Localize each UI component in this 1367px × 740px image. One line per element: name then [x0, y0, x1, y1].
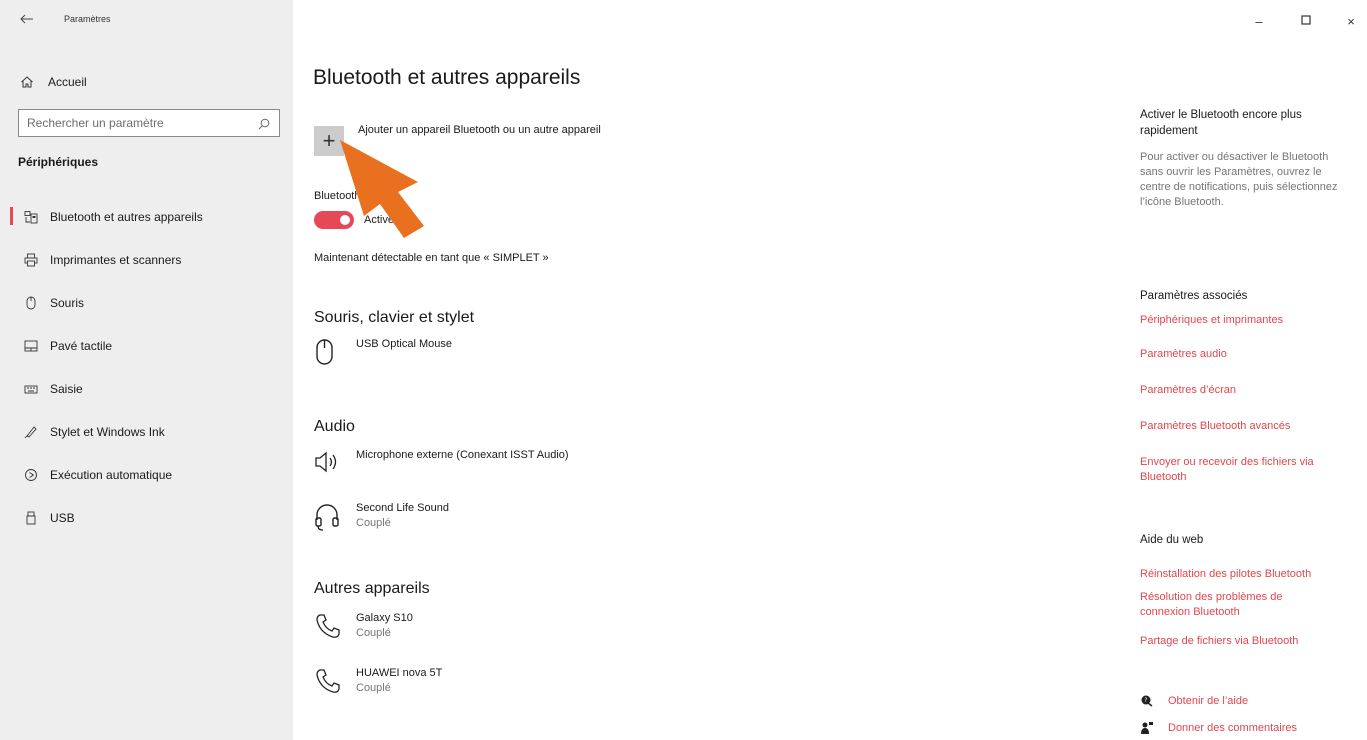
sidebar-item-touchpad[interactable]: Pavé tactile	[0, 328, 293, 371]
back-arrow-icon[interactable]	[20, 12, 40, 28]
pen-icon	[24, 425, 38, 439]
group-title-other-devices: Autres appareils	[314, 580, 430, 597]
device-item[interactable]: USB Optical Mouse	[314, 338, 714, 378]
link-file-sharing[interactable]: Partage de fichiers via Bluetooth	[1140, 634, 1355, 649]
sidebar-item-autoplay[interactable]: Exécution automatique	[0, 457, 293, 500]
sidebar-item-label: Exécution automatique	[50, 467, 173, 482]
device-name: HUAWEI nova 5T	[356, 667, 443, 679]
device-status: Couplé	[356, 682, 391, 694]
sidebar-item-label: USB	[50, 510, 75, 525]
phone-icon	[314, 612, 342, 642]
add-device-label[interactable]: Ajouter un appareil Bluetooth ou un autr…	[358, 124, 601, 136]
usb-icon	[24, 511, 38, 525]
sidebar-item-label: Bluetooth et autres appareils	[50, 209, 203, 224]
link-display-settings[interactable]: Paramètres d’écran	[1140, 383, 1355, 398]
discoverable-text: Maintenant détectable en tant que « SIMP…	[314, 252, 549, 264]
maximize-icon	[1301, 15, 1311, 25]
window-controls: – ×	[1247, 14, 1367, 34]
mouse-icon	[24, 296, 38, 310]
search-input[interactable]	[19, 116, 239, 130]
speaker-icon	[314, 449, 342, 479]
nav-list: Bluetooth et autres appareils Imprimante…	[0, 199, 293, 543]
feedback-row[interactable]: Donner des commentaires	[1140, 721, 1297, 735]
device-item[interactable]: Microphone externe (Conexant ISST Audio)	[314, 449, 714, 489]
phone-icon	[314, 667, 342, 697]
link-audio-settings[interactable]: Paramètres audio	[1140, 347, 1355, 362]
device-name: Microphone externe (Conexant ISST Audio)	[356, 449, 569, 461]
device-status: Couplé	[356, 517, 391, 529]
minimize-button[interactable]: –	[1249, 14, 1269, 34]
headset-icon	[314, 502, 342, 532]
sidebar-item-bluetooth[interactable]: Bluetooth et autres appareils	[0, 199, 293, 242]
web-help-title: Aide du web	[1140, 534, 1204, 546]
get-help-row[interactable]: ? Obtenir de l’aide	[1140, 694, 1248, 708]
touchpad-icon	[24, 339, 38, 353]
sidebar-item-usb[interactable]: USB	[0, 500, 293, 543]
search-field[interactable]	[18, 109, 280, 137]
device-name: Second Life Sound	[356, 502, 449, 514]
right-panel: – × Activer le Bluetooth encore plus rap…	[1140, 0, 1367, 740]
group-title-input-devices: Souris, clavier et stylet	[314, 309, 475, 326]
group-title-audio: Audio	[314, 418, 355, 435]
device-item[interactable]: HUAWEI nova 5T Couplé	[314, 667, 714, 707]
close-button[interactable]: ×	[1341, 14, 1361, 34]
mouse-icon	[314, 338, 342, 368]
tip-text: Pour activer ou désactiver le Bluetooth …	[1140, 151, 1338, 208]
device-item[interactable]: Galaxy S10 Couplé	[314, 612, 714, 652]
section-heading: Périphériques	[18, 155, 99, 169]
link-reinstall-drivers[interactable]: Réinstallation des pilotes Bluetooth	[1140, 567, 1355, 582]
link-send-receive-files[interactable]: Envoyer ou recevoir des fichiers via Blu…	[1140, 455, 1355, 485]
sidebar-item-label: Pavé tactile	[50, 338, 113, 353]
app-title: Paramètres	[64, 14, 111, 24]
selection-indicator	[10, 207, 13, 225]
help-chat-icon: ?	[1140, 694, 1154, 708]
device-status: Couplé	[356, 627, 391, 639]
device-name: USB Optical Mouse	[356, 338, 452, 350]
maximize-button[interactable]	[1296, 14, 1316, 34]
feedback-person-icon	[1140, 721, 1154, 735]
sidebar-item-pen[interactable]: Stylet et Windows Ink	[0, 414, 293, 457]
page-title: Bluetooth et autres appareils	[313, 66, 581, 89]
related-settings-title: Paramètres associés	[1140, 290, 1248, 302]
device-item[interactable]: Second Life Sound Couplé	[314, 502, 714, 542]
link-devices-printers[interactable]: Périphériques et imprimantes	[1140, 313, 1355, 328]
link-troubleshoot-connection[interactable]: Résolution des problèmes de connexion Bl…	[1140, 590, 1320, 620]
keyboard-icon	[24, 382, 38, 396]
bluetooth-devices-icon	[24, 210, 38, 224]
sidebar-item-label: Imprimantes et scanners	[50, 252, 182, 267]
sidebar-item-label: Souris	[50, 295, 85, 310]
printer-icon	[24, 253, 38, 267]
feedback-label: Donner des commentaires	[1168, 722, 1298, 734]
search-icon[interactable]	[258, 117, 270, 130]
main-content: Bluetooth et autres appareils + Ajouter …	[293, 0, 1105, 740]
sidebar-item-mouse[interactable]: Souris	[0, 285, 293, 328]
home-label: Accueil	[48, 75, 87, 89]
sidebar-item-typing[interactable]: Saisie	[0, 371, 293, 414]
title-bar: Paramètres	[0, 0, 293, 40]
annotation-arrow-icon	[340, 140, 424, 238]
sidebar-item-label: Saisie	[50, 381, 83, 396]
get-help-label: Obtenir de l’aide	[1168, 695, 1249, 707]
sidebar-item-printers[interactable]: Imprimantes et scanners	[0, 242, 293, 285]
plus-icon: +	[322, 128, 336, 153]
nav-home[interactable]: Accueil	[20, 72, 280, 92]
sidebar-item-label: Stylet et Windows Ink	[50, 424, 165, 439]
link-advanced-bluetooth[interactable]: Paramètres Bluetooth avancés	[1140, 419, 1355, 434]
home-icon	[20, 75, 34, 89]
tip-title: Activer le Bluetooth encore plus rapidem…	[1140, 109, 1302, 137]
svg-text:?: ?	[1144, 697, 1147, 704]
sidebar: Paramètres Accueil Périphériques Bluetoo…	[0, 0, 293, 740]
autoplay-icon	[24, 468, 38, 482]
device-name: Galaxy S10	[356, 612, 413, 624]
